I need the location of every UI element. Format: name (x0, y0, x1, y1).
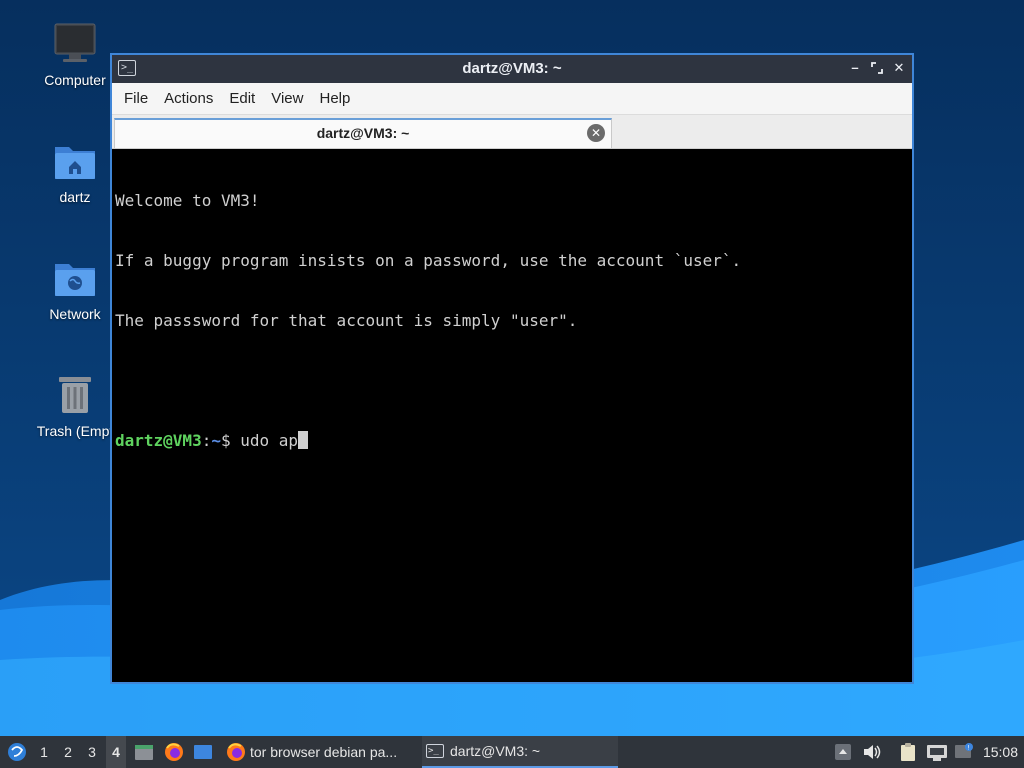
maximize-icon (871, 62, 883, 74)
file-manager-icon (135, 745, 153, 760)
prompt-path: ~ (211, 431, 221, 450)
terminal-line: The passsword for that account is simply… (115, 311, 578, 330)
lxqt-logo-icon (8, 743, 26, 761)
menu-actions[interactable]: Actions (158, 90, 219, 107)
task-label: tor browser debian pa... (250, 744, 398, 760)
taskbar: 1 2 3 4 tor browser debian pa... >_ dart… (0, 736, 1024, 768)
workspace-1[interactable]: 1 (34, 736, 54, 768)
text-cursor (298, 431, 309, 449)
workspace-2[interactable]: 2 (58, 736, 78, 768)
menu-file[interactable]: File (118, 90, 154, 107)
home-folder-icon (51, 137, 99, 185)
window-title: dartz@VM3: ~ (462, 60, 562, 77)
clipboard-icon[interactable] (898, 742, 918, 762)
command-input[interactable]: udo ap (240, 431, 298, 450)
show-desktop-button[interactable] (193, 736, 215, 768)
terminal-prompt-line: dartz@VM3:~$ udo ap (115, 431, 909, 451)
file-manager-launcher[interactable] (134, 736, 156, 768)
terminal-line: Welcome to VM3! (115, 191, 260, 210)
tray-expand-icon[interactable] (834, 742, 854, 762)
workspace-3[interactable]: 3 (82, 736, 102, 768)
tab-close-icon[interactable]: ✕ (587, 124, 605, 142)
prompt-user: dartz@VM3 (115, 431, 202, 450)
prompt-symbol: $ (220, 431, 241, 450)
trash-icon (51, 371, 99, 419)
terminal-window[interactable]: >_ dartz@VM3: ~ – ✕ File Actions Edit Vi… (110, 53, 914, 684)
menu-edit[interactable]: Edit (223, 90, 261, 107)
network-folder-icon (51, 254, 99, 302)
taskbar-task-browser[interactable]: tor browser debian pa... (222, 736, 418, 768)
network-status-icon[interactable] (926, 742, 947, 762)
maximize-button[interactable] (870, 59, 884, 77)
notification-icon[interactable]: ! (954, 742, 974, 762)
terminal-line: If a buggy program insists on a password… (115, 251, 742, 270)
computer-icon (51, 20, 99, 68)
menu-view[interactable]: View (265, 90, 309, 107)
tab-terminal[interactable]: dartz@VM3: ~ ✕ (114, 118, 612, 148)
firefox-icon (165, 743, 183, 761)
menu-help[interactable]: Help (313, 90, 356, 107)
terminal-output[interactable]: Welcome to VM3! If a buggy program insis… (112, 149, 912, 682)
svg-text:!: ! (968, 745, 970, 752)
desktop-icon (194, 745, 212, 759)
taskbar-task-terminal[interactable]: >_ dartz@VM3: ~ (422, 736, 618, 768)
task-label: dartz@VM3: ~ (450, 743, 541, 759)
clock[interactable]: 15:08 (983, 744, 1018, 760)
volume-icon[interactable] (862, 742, 882, 762)
tab-label: dartz@VM3: ~ (316, 125, 410, 141)
prompt-colon: : (201, 431, 212, 450)
minimize-button[interactable]: – (848, 59, 862, 77)
firefox-icon (227, 743, 245, 761)
start-menu-button[interactable] (4, 736, 30, 768)
tab-bar: dartz@VM3: ~ ✕ (112, 115, 912, 149)
firefox-launcher[interactable] (164, 736, 186, 768)
menu-bar: File Actions Edit View Help (112, 83, 912, 115)
terminal-icon: >_ (426, 744, 444, 758)
workspace-4[interactable]: 4 (106, 736, 126, 768)
window-titlebar[interactable]: >_ dartz@VM3: ~ – ✕ (112, 55, 912, 83)
close-button[interactable]: ✕ (892, 59, 906, 77)
